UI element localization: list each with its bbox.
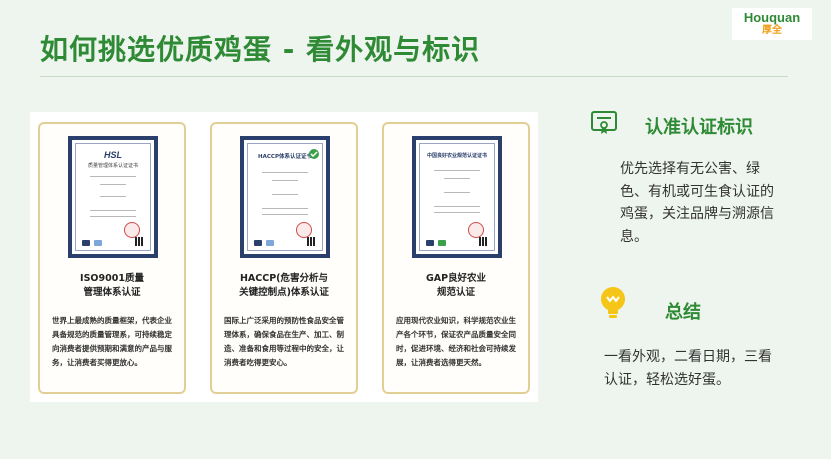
section-title-summary: 总结 (665, 302, 701, 323)
title-divider (40, 76, 788, 77)
certificate-card-gap: 中国良好农业规范认证证书 GAP良好农业 规范认证 应用现代农业知识，科学规范农… (382, 122, 530, 394)
cert-heading: 质量管理体系认证证书 (87, 163, 138, 169)
certificate-image-iso9001: HSL 质量管理体系认证证书 (68, 136, 158, 258)
section-title-certification: 认准认证标识 (645, 117, 753, 138)
section-text-certification: 优先选择有无公害、绿色、有机或可生食认证的鸡蛋，关注品牌与溯源信息。 (620, 161, 774, 245)
certificate-card-haccp: HACCP体系认证证书 HACCP(危害分析与 关键控制点)体系认证 国际上广泛… (210, 122, 358, 394)
certificate-card-iso9001: HSL 质量管理体系认证证书 ISO9001质量 管理体系认证 世界上最成熟的质… (38, 122, 186, 394)
qr-code-icon (135, 237, 144, 246)
seal-stamp (296, 222, 312, 238)
certificate-icon (590, 108, 618, 136)
brand-logo-en: Houquan (743, 10, 801, 25)
card-title: HACCP(危害分析与 关键控制点)体系认证 (239, 273, 329, 298)
certificate-image-haccp: HACCP体系认证证书 (240, 136, 330, 258)
qr-code-icon (479, 237, 488, 246)
page-title: 如何挑选优质鸡蛋 - 看外观与标识 (40, 33, 481, 66)
card-description: 应用现代农业知识，科学规范农业生产各个环节，保证农产品质量安全同时，促进环境、经… (396, 316, 516, 367)
cert-heading: 中国良好农业规范认证证书 (426, 153, 487, 159)
certificate-image-gap: 中国良好农业规范认证证书 (412, 136, 502, 258)
brand-logo: Houquan 厚全 (732, 8, 812, 40)
card-description: 世界上最成熟的质量框架，代表企业具备规范的质量管理系，可持续稳定向消费者提供预期… (52, 316, 172, 367)
qr-code-icon (307, 237, 316, 246)
card-title: GAP良好农业 规范认证 (425, 273, 487, 298)
card-description: 国际上广泛采用的预防性食品安全管理体系，确保食品在生产、加工、制造、准备和食用等… (224, 316, 344, 367)
section-text-summary: 一看外观，二看日期，三看认证，轻松选好蛋。 (604, 349, 772, 388)
lightbulb-icon (598, 286, 628, 322)
certificates-panel: HSL 质量管理体系认证证书 ISO9001质量 管理体系认证 世界上最成熟的质… (30, 112, 538, 402)
cert-logo: HSL (104, 150, 122, 160)
card-title: ISO9001质量 管理体系认证 (80, 273, 144, 298)
seal-stamp (124, 222, 140, 238)
haccp-badge-icon (309, 149, 319, 159)
seal-stamp (468, 222, 484, 238)
brand-logo-cn: 厚全 (762, 25, 782, 36)
